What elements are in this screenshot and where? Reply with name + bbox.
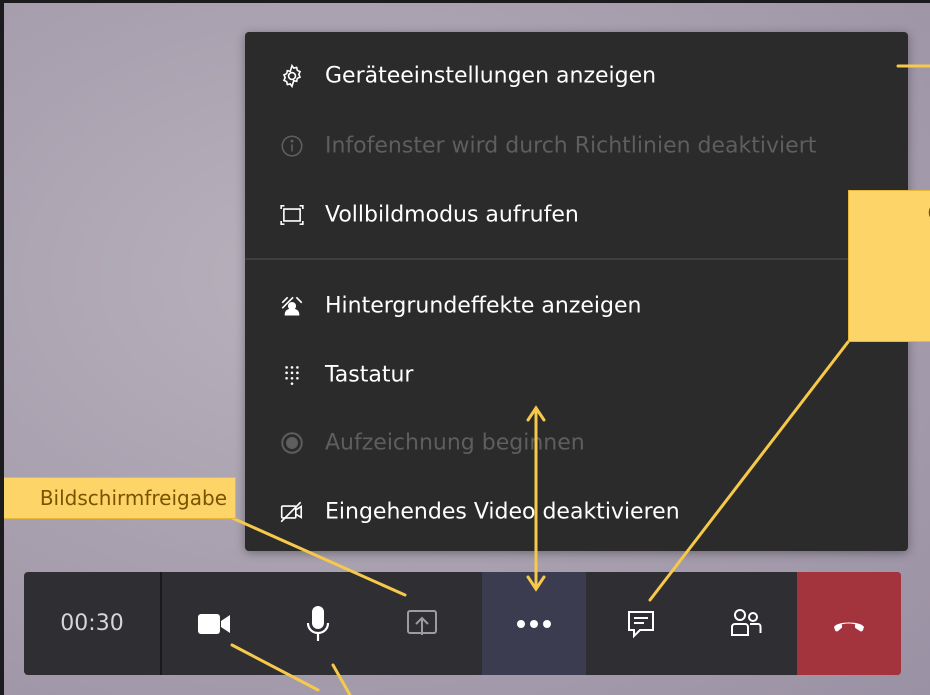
menu-item-label: Eingehendes Video deaktivieren — [325, 499, 680, 525]
chat-icon — [625, 608, 657, 640]
share-screen-icon — [406, 609, 438, 639]
hang-up-button[interactable] — [797, 572, 901, 675]
more-actions-button[interactable] — [482, 572, 586, 675]
video-off-icon — [279, 499, 305, 525]
menu-item-label: Hintergrundeffekte anzeigen — [325, 293, 642, 319]
menu-item-fullscreen[interactable]: Vollbildmodus aufrufen — [245, 190, 908, 240]
info-icon — [279, 133, 305, 159]
callout-line: H — [861, 235, 930, 259]
callout-line: Ch — [861, 201, 930, 225]
hang-up-icon — [832, 616, 866, 632]
dialpad-icon — [279, 362, 305, 388]
camera-icon — [197, 612, 231, 636]
call-control-bar: 00:30 — [24, 572, 901, 675]
menu-item-keypad[interactable]: Tastatur — [245, 350, 908, 400]
microphone-icon — [305, 605, 331, 643]
more-actions-menu: Geräteeinstellungen anzeigen Infofenster… — [245, 32, 908, 551]
menu-item-label: Tastatur — [325, 362, 414, 388]
camera-button[interactable] — [162, 572, 266, 675]
share-screen-button[interactable] — [370, 572, 474, 675]
call-timer: 00:30 — [24, 572, 162, 675]
menu-item-background-effects[interactable]: Hintergrundeffekte anzeigen — [245, 281, 908, 331]
more-icon — [516, 619, 552, 629]
callout-line: b — [861, 301, 930, 325]
participants-icon — [729, 607, 763, 641]
menu-item-device-settings[interactable]: Geräteeinstellungen anzeigen — [245, 51, 908, 101]
menu-item-disable-incoming-video[interactable]: Eingehendes Video deaktivieren — [245, 487, 908, 537]
menu-item-label: Geräteeinstellungen anzeigen — [325, 63, 657, 89]
fullscreen-icon — [279, 202, 305, 228]
callout-screen-share: Bildschirmfreigabe — [0, 477, 236, 519]
menu-item-start-recording: Aufzeichnung beginnen — [245, 418, 908, 468]
chat-button[interactable] — [589, 572, 693, 675]
menu-divider — [245, 258, 908, 260]
callout-text: Bildschirmfreigabe — [39, 486, 227, 510]
background-effects-icon — [279, 293, 305, 319]
menu-item-label: Infofenster wird durch Richtlinien deakt… — [325, 133, 817, 159]
record-icon — [279, 430, 305, 456]
menu-item-label: Aufzeichnung beginnen — [325, 430, 585, 456]
callout-chat: Ch H Ku b — [848, 190, 930, 342]
menu-item-label: Vollbildmodus aufrufen — [325, 202, 579, 228]
callout-line: Ku — [861, 269, 930, 293]
gear-icon — [279, 63, 305, 89]
participants-button[interactable] — [694, 572, 798, 675]
microphone-button[interactable] — [266, 572, 370, 675]
menu-item-info-window: Infofenster wird durch Richtlinien deakt… — [245, 121, 908, 171]
